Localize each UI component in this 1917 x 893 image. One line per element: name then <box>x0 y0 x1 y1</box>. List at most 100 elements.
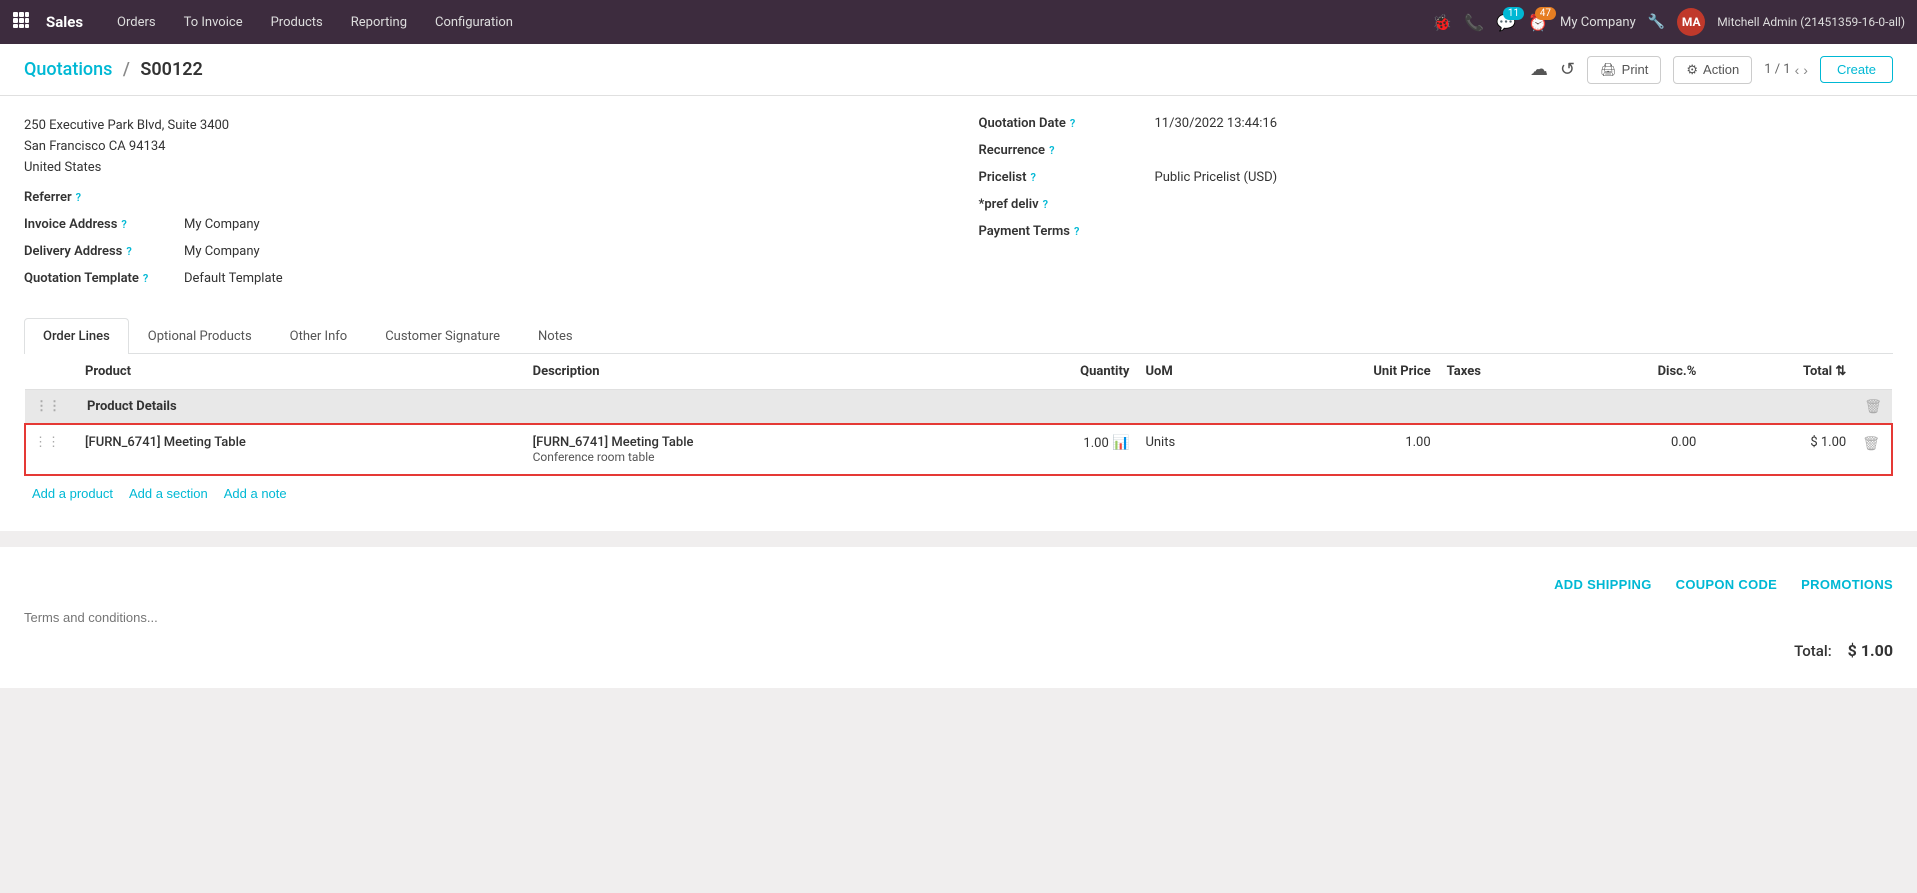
table-row[interactable]: ⋮⋮ [FURN_6741] Meeting Table [FURN_6741]… <box>25 424 1892 475</box>
section-label: Product Details <box>77 390 1854 425</box>
settings-icon[interactable]: 🔧 <box>1648 14 1665 30</box>
total-row: Total: $ 1.00 <box>24 633 1893 668</box>
row-unit-price[interactable]: 1.00 <box>1253 424 1439 475</box>
col-description: Description <box>525 354 973 390</box>
quotation-template-help[interactable]: ? <box>143 272 148 285</box>
brand-label: Sales <box>46 13 83 31</box>
nav-reporting[interactable]: Reporting <box>341 11 417 34</box>
quotation-date-value: 11/30/2022 13:44:16 <box>1155 116 1278 131</box>
apps-menu-icon[interactable] <box>12 11 30 33</box>
row-disc[interactable]: 0.00 <box>1566 424 1705 475</box>
coupon-code-button[interactable]: COUPON CODE <box>1676 577 1778 592</box>
add-section-button[interactable]: Add a section <box>129 486 208 501</box>
row-drag-handle-icon[interactable]: ⋮⋮ <box>34 435 60 450</box>
next-page-button[interactable]: › <box>1803 62 1808 78</box>
col-product: Product <box>77 354 525 390</box>
description-line1: [FURN_6741] Meeting Table <box>533 435 965 450</box>
upload-icon[interactable]: ☁ <box>1530 59 1548 80</box>
col-quantity: Quantity <box>972 354 1137 390</box>
address-block: 250 Executive Park Blvd, Suite 3400 San … <box>24 116 939 178</box>
tab-other-info[interactable]: Other Info <box>271 318 367 354</box>
invoice-address-field: Invoice Address ? My Company <box>24 217 939 232</box>
terms-input[interactable] <box>24 602 1893 633</box>
create-button[interactable]: Create <box>1820 56 1893 83</box>
action-button[interactable]: ⚙ Action <box>1673 56 1752 84</box>
col-taxes: Taxes <box>1439 354 1566 390</box>
payment-terms-help[interactable]: ? <box>1074 225 1079 238</box>
pricelist-field: Pricelist ? Public Pricelist (USD) <box>979 170 1894 185</box>
section-drag: ⋮⋮ <box>25 390 77 425</box>
payment-terms-label: Payment Terms ? <box>979 224 1139 239</box>
quotation-date-field: Quotation Date ? 11/30/2022 13:44:16 <box>979 116 1894 131</box>
recurrence-label: Recurrence ? <box>979 143 1139 158</box>
pricelist-help[interactable]: ? <box>1030 171 1035 184</box>
nav-to-invoice[interactable]: To Invoice <box>174 11 253 34</box>
shipping-actions: ADD SHIPPING COUPON CODE PROMOTIONS <box>24 567 1893 602</box>
phone-icon[interactable]: 📞 <box>1464 13 1484 32</box>
add-product-button[interactable]: Add a product <box>32 486 113 501</box>
quotation-date-help[interactable]: ? <box>1070 117 1075 130</box>
quotation-template-value: Default Template <box>184 271 283 286</box>
add-shipping-button[interactable]: ADD SHIPPING <box>1554 577 1652 592</box>
invoice-address-value: My Company <box>184 217 260 232</box>
clock-icon[interactable]: ⏰ 47 <box>1528 13 1548 32</box>
row-uom[interactable]: Units <box>1137 424 1253 475</box>
sub-header: Quotations / S00122 ☁ ↺ 🖨 Print ⚙ Action… <box>0 44 1917 96</box>
tab-order-lines[interactable]: Order Lines <box>24 318 129 354</box>
breadcrumb-parent[interactable]: Quotations <box>24 59 112 80</box>
col-total: Total ⇅ <box>1704 354 1854 390</box>
table-header-row: Product Description Quantity UoM Unit Pr… <box>25 354 1892 390</box>
row-quantity[interactable]: 1.00 📊 <box>972 424 1137 475</box>
row-description[interactable]: [FURN_6741] Meeting Table Conference roo… <box>525 424 973 475</box>
row-taxes[interactable] <box>1439 424 1566 475</box>
pref-deliv-label: *pref deliv ? <box>979 197 1139 212</box>
row-delete-button[interactable]: 🗑 <box>1862 435 1880 452</box>
nav-right-section: 🐞 📞 💬 11 ⏰ 47 My Company 🔧 MA Mitchell A… <box>1432 8 1905 36</box>
pref-deliv-field: *pref deliv ? <box>979 197 1894 212</box>
tab-customer-signature[interactable]: Customer Signature <box>366 318 519 354</box>
section-delete-button[interactable]: 🗑 <box>1864 398 1882 415</box>
recurrence-help[interactable]: ? <box>1049 144 1054 157</box>
bug-icon[interactable]: 🐞 <box>1432 13 1452 32</box>
nav-orders[interactable]: Orders <box>107 11 166 34</box>
prev-page-button[interactable]: ‹ <box>1795 62 1800 78</box>
clock-badge: 47 <box>1535 7 1556 20</box>
nav-configuration[interactable]: Configuration <box>425 11 523 34</box>
user-avatar[interactable]: MA <box>1677 8 1705 36</box>
promotions-button[interactable]: PROMOTIONS <box>1801 577 1893 592</box>
pref-deliv-help[interactable]: ? <box>1043 198 1048 211</box>
add-note-button[interactable]: Add a note <box>224 486 287 501</box>
quantity-value: 1.00 <box>1083 436 1108 451</box>
form-right: Quotation Date ? 11/30/2022 13:44:16 Rec… <box>979 116 1894 298</box>
row-product[interactable]: [FURN_6741] Meeting Table <box>77 424 525 475</box>
order-table: Product Description Quantity UoM Unit Pr… <box>24 354 1893 476</box>
forecast-chart-icon[interactable]: 📊 <box>1112 435 1129 451</box>
disc-value: 0.00 <box>1671 435 1696 450</box>
drag-handle-icon[interactable]: ⋮⋮ <box>35 399 61 414</box>
col-drag <box>25 354 77 390</box>
invoice-address-help[interactable]: ? <box>121 218 126 231</box>
total-amount: $ 1.00 <box>1848 641 1893 660</box>
main-content: 250 Executive Park Blvd, Suite 3400 San … <box>0 96 1917 893</box>
refresh-icon[interactable]: ↺ <box>1560 59 1575 80</box>
pagination-text: 1 / 1 <box>1764 62 1790 77</box>
tab-notes[interactable]: Notes <box>519 318 592 354</box>
company-name: My Company <box>1560 15 1636 30</box>
address-line3: United States <box>24 158 939 179</box>
referrer-help[interactable]: ? <box>76 191 81 204</box>
bottom-section: ADD SHIPPING COUPON CODE PROMOTIONS Tota… <box>0 547 1917 688</box>
delivery-address-field: Delivery Address ? My Company <box>24 244 939 259</box>
action-label: Action <box>1703 62 1739 77</box>
section-row: ⋮⋮ Product Details 🗑 <box>25 390 1892 425</box>
print-button[interactable]: 🖨 Print <box>1587 56 1661 84</box>
chat-icon[interactable]: 💬 11 <box>1496 13 1516 32</box>
delivery-address-help[interactable]: ? <box>126 245 131 258</box>
quotation-template-label: Quotation Template ? <box>24 271 184 286</box>
delivery-address-label: Delivery Address ? <box>24 244 184 259</box>
tab-optional-products[interactable]: Optional Products <box>129 318 271 354</box>
col-disc: Disc.% <box>1566 354 1705 390</box>
form-container: 250 Executive Park Blvd, Suite 3400 San … <box>0 96 1917 531</box>
referrer-field: Referrer ? <box>24 190 939 205</box>
uom-value: Units <box>1145 435 1175 450</box>
nav-products[interactable]: Products <box>261 11 333 34</box>
